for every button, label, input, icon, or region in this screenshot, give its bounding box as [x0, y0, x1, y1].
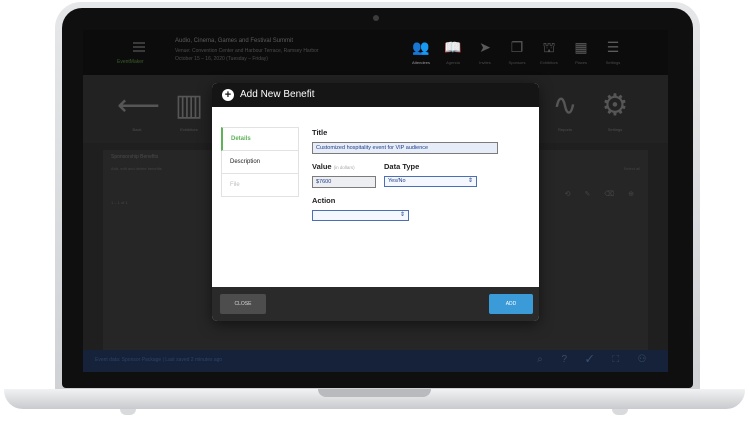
gear-icon: ⚙ [601, 89, 629, 122]
row-action-icons[interactable]: ⟲ ✎ ⌫ ⊕ [565, 190, 640, 198]
add-button[interactable]: ADD [489, 294, 533, 314]
modal-tabs: Details Description File [221, 127, 299, 197]
modal-body: Details Description File Title Customize… [212, 107, 539, 287]
nav-places[interactable]: ▦ Places [566, 38, 596, 65]
org-icon: ⛫ [542, 39, 556, 55]
event-subtitle: Venue: Convention Center and Harbour Ter… [175, 48, 319, 54]
reports-button[interactable]: ∿ Reports [545, 89, 585, 132]
status-bar: Event data: Sponsor Package | Last saved… [83, 350, 668, 372]
value-label: Value (in dollars) [312, 162, 355, 171]
nav-sponsors[interactable]: ❐ Sponsors [502, 38, 532, 65]
laptop-foot-left [120, 409, 136, 415]
title-field[interactable]: Customized hospitality event for VIP aud… [312, 142, 498, 154]
buildings-icon: ▥ [174, 89, 204, 122]
calendar-icon: ▦ [574, 39, 588, 55]
laptop-opening-notch [318, 389, 431, 397]
tab-description[interactable]: Description [221, 151, 299, 174]
nav-exhibitors[interactable]: ⛫ Exhibitors [534, 38, 564, 65]
event-date: October 15 – 16, 2020 (Tuesday – Friday) [175, 56, 268, 62]
back-button[interactable]: ⟵ Back [117, 89, 161, 132]
plus-circle-icon: + [222, 89, 234, 101]
hamburger-menu-icon[interactable] [133, 42, 145, 52]
status-icons[interactable]: ⌕ ? ✓ ⛶ ⚇ [537, 354, 654, 365]
modal-header: + Add New Benefit [212, 83, 539, 107]
copy-icon: ❐ [510, 39, 524, 55]
tool-label: Exhibitors [180, 127, 198, 132]
data-type-label: Data Type [384, 162, 420, 171]
exhibitors-button[interactable]: ▥ Exhibitors [169, 89, 209, 132]
close-button[interactable]: CLOSE [220, 294, 266, 314]
book-icon: 📖 [444, 39, 462, 55]
action-select[interactable]: ⇕ [312, 210, 409, 221]
app-header: EventMaker Audio, Cinema, Games and Fest… [83, 30, 668, 75]
nav-label: Places [574, 60, 587, 65]
people-icon: 👥 [412, 39, 430, 55]
webcam-icon [373, 15, 379, 21]
status-text: Event data: Sponsor Package | Last saved… [95, 357, 223, 363]
chart-icon: ∿ [552, 89, 578, 122]
section-subheading: Add, edit and delete benefits [111, 166, 162, 171]
add-benefit-modal: + Add New Benefit Details Description Fi… [212, 83, 539, 321]
value-label-text: Value [312, 162, 332, 171]
brand-label: EventMaker [117, 59, 144, 65]
nav-label: Exhibitors [540, 60, 558, 65]
select-all-link[interactable]: Select all [624, 166, 640, 171]
back-arrow-icon: ⟵ [117, 89, 161, 122]
nav-invites[interactable]: ➤ Invites [470, 38, 500, 65]
value-hint: (in dollars) [333, 165, 355, 170]
event-title: Audio, Cinema, Games and Festival Summit [175, 38, 294, 44]
tab-file[interactable]: File [221, 174, 299, 197]
title-label: Title [312, 128, 328, 137]
nav-label: Attendees [411, 60, 430, 65]
laptop-foot-right [612, 409, 628, 415]
settings-button[interactable]: ⚙ Settings [595, 89, 635, 132]
nav-settings[interactable]: ☰ Settings [598, 38, 628, 65]
modal-footer: CLOSE ADD [212, 287, 539, 321]
nav-label: Sponsors [508, 60, 526, 65]
tool-label: Back [132, 127, 142, 132]
nav-label: Agenda [446, 60, 460, 65]
action-label: Action [312, 196, 336, 205]
nav-agenda[interactable]: 📖 Agenda [438, 38, 468, 65]
updown-caret-icon: ⇕ [399, 212, 405, 218]
tool-label: Reports [557, 127, 572, 132]
tool-label: Settings [607, 127, 623, 132]
send-icon: ➤ [479, 39, 491, 55]
nav-label: Invites [479, 60, 491, 65]
pagination-text: 1 – 1 of 1 [111, 200, 128, 205]
tab-details[interactable]: Details [221, 127, 299, 151]
data-type-value: Yes/No [388, 178, 406, 184]
nav-label: Settings [605, 60, 621, 65]
section-heading: Sponsorship Benefits [111, 154, 159, 160]
modal-title: Add New Benefit [240, 89, 315, 100]
nav-attendees[interactable]: 👥 Attendees [406, 38, 436, 65]
value-field[interactable]: $7600 [312, 176, 376, 188]
updown-caret-icon: ⇕ [467, 178, 473, 184]
list-icon: ☰ [606, 39, 620, 55]
data-type-select[interactable]: Yes/No ⇕ [384, 176, 477, 187]
